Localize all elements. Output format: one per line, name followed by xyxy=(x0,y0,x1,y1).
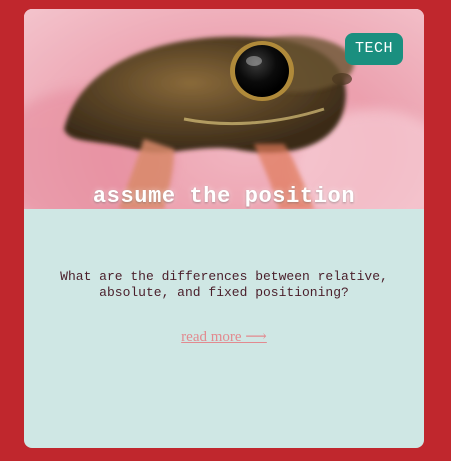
read-more-link[interactable]: read more ⟶ xyxy=(24,327,424,346)
card-title: assume the position xyxy=(92,184,356,209)
category-badge[interactable]: TECH xyxy=(344,33,403,65)
post-card: TECH assume the position What are the di… xyxy=(24,9,424,448)
hero-image: TECH assume the position xyxy=(24,9,424,209)
card-body: What are the differences between relativ… xyxy=(24,209,424,448)
card-description: What are the differences between relativ… xyxy=(60,269,388,300)
